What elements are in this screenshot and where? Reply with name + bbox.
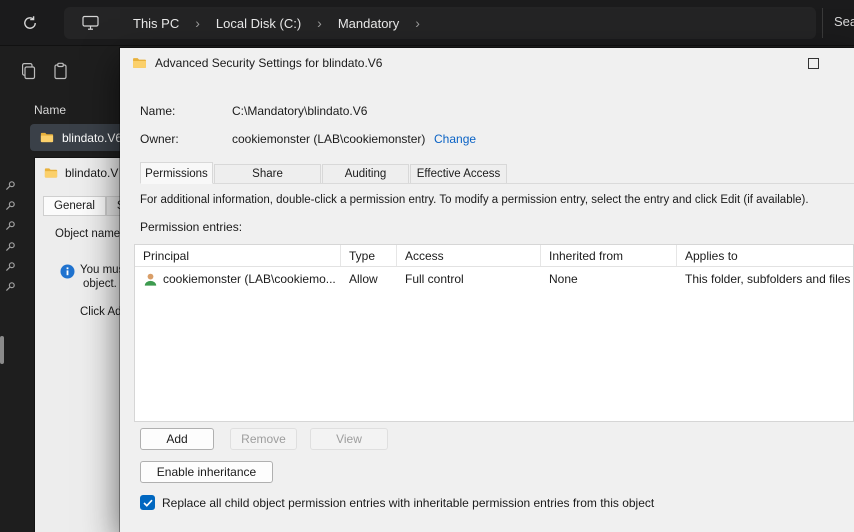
pin-icon[interactable] bbox=[5, 281, 16, 295]
search-input[interactable]: Sea bbox=[834, 14, 854, 29]
view-button[interactable]: View bbox=[310, 428, 388, 450]
info-icon bbox=[60, 264, 75, 282]
pin-icon[interactable] bbox=[5, 180, 16, 194]
pin-icon[interactable] bbox=[5, 261, 16, 275]
advanced-dialog-titlebar: Advanced Security Settings for blindato.… bbox=[120, 48, 854, 78]
explorer-top-bar: This PC › Local Disk (C:) › Mandatory › … bbox=[0, 0, 854, 46]
header-inherited-from[interactable]: Inherited from bbox=[541, 245, 677, 266]
cell-applies-to: This folder, subfolders and files bbox=[685, 272, 851, 286]
replace-permissions-row: Replace all child object permission entr… bbox=[140, 495, 654, 510]
file-name-label: blindato.V6 bbox=[61, 130, 122, 145]
header-principal[interactable]: Principal bbox=[135, 245, 341, 266]
replace-permissions-checkbox[interactable] bbox=[140, 495, 155, 510]
permission-entries-table: Principal Type Access Inherited from App… bbox=[134, 244, 854, 422]
tab-share[interactable]: Share bbox=[214, 164, 321, 183]
tab-general[interactable]: General bbox=[43, 196, 106, 216]
name-label: Name: bbox=[140, 104, 176, 118]
breadcrumb-this-pc[interactable]: This PC bbox=[129, 16, 183, 31]
pin-icon[interactable] bbox=[5, 241, 16, 255]
breadcrumb-mandatory[interactable]: Mandatory bbox=[334, 16, 403, 31]
tab-auditing[interactable]: Auditing bbox=[322, 164, 409, 183]
enable-inheritance-button[interactable]: Enable inheritance bbox=[140, 461, 273, 483]
table-header-row: Principal Type Access Inherited from App… bbox=[135, 245, 853, 267]
click-advanced-note: Click Ad bbox=[80, 306, 122, 318]
search-divider bbox=[822, 8, 823, 38]
folder-icon bbox=[40, 132, 54, 143]
paste-icon[interactable] bbox=[52, 62, 69, 84]
pin-icon[interactable] bbox=[5, 220, 16, 234]
dialog-tabs: Permissions Share Auditing Effective Acc… bbox=[140, 162, 854, 184]
header-access[interactable]: Access bbox=[397, 245, 541, 266]
user-icon bbox=[144, 273, 157, 286]
this-pc-icon bbox=[82, 15, 99, 31]
cell-principal: cookiemonster (LAB\cookiemo... bbox=[163, 272, 336, 286]
instructions-text: For additional information, double-click… bbox=[140, 194, 809, 206]
copy-icon[interactable] bbox=[20, 62, 37, 84]
breadcrumb-separator-icon: › bbox=[415, 15, 420, 31]
replace-permissions-label: Replace all child object permission entr… bbox=[162, 495, 655, 510]
breadcrumb-separator-icon: › bbox=[195, 15, 200, 31]
permissions-note-line1: You mus bbox=[80, 264, 125, 276]
object-name-label: Object name: bbox=[55, 228, 124, 240]
dialog-title: Advanced Security Settings for blindato.… bbox=[155, 56, 383, 70]
address-bar[interactable]: This PC › Local Disk (C:) › Mandatory › bbox=[64, 7, 816, 39]
header-type[interactable]: Type bbox=[341, 245, 397, 266]
breadcrumb-local-disk-c[interactable]: Local Disk (C:) bbox=[212, 16, 305, 31]
permissions-note-line2: object. bbox=[83, 278, 117, 290]
properties-dialog-title: blindato.V bbox=[65, 166, 119, 180]
permission-entries-label: Permission entries: bbox=[140, 220, 243, 234]
tab-effective-access[interactable]: Effective Access bbox=[410, 164, 507, 183]
scrollbar-thumb[interactable] bbox=[0, 336, 4, 364]
table-row[interactable]: cookiemonster (LAB\cookiemo... Allow Ful… bbox=[135, 267, 853, 291]
owner-value: cookiemonster (LAB\cookiemonster) bbox=[232, 132, 426, 146]
folder-icon bbox=[44, 168, 58, 178]
column-header-name[interactable]: Name bbox=[34, 103, 66, 117]
tab-permissions[interactable]: Permissions bbox=[140, 162, 213, 184]
pin-icon[interactable] bbox=[5, 200, 16, 214]
cell-access: Full control bbox=[405, 272, 464, 286]
header-applies-to[interactable]: Applies to bbox=[677, 245, 853, 266]
remove-button[interactable]: Remove bbox=[230, 428, 297, 450]
cell-inherited-from: None bbox=[549, 272, 578, 286]
file-row-blindato[interactable]: blindato.V6 bbox=[30, 124, 122, 151]
owner-label: Owner: bbox=[140, 132, 179, 146]
refresh-icon[interactable] bbox=[22, 15, 38, 31]
maximize-button[interactable] bbox=[808, 58, 819, 69]
screen: This PC › Local Disk (C:) › Mandatory › … bbox=[0, 0, 854, 532]
folder-icon bbox=[133, 58, 146, 68]
check-icon bbox=[142, 499, 153, 507]
add-button[interactable]: Add bbox=[140, 428, 214, 450]
breadcrumb-separator-icon: › bbox=[317, 15, 322, 31]
change-owner-link[interactable]: Change bbox=[434, 132, 476, 146]
name-value: C:\Mandatory\blindato.V6 bbox=[232, 104, 368, 118]
advanced-security-dialog: Advanced Security Settings for blindato.… bbox=[120, 48, 854, 532]
cell-type: Allow bbox=[349, 272, 378, 286]
